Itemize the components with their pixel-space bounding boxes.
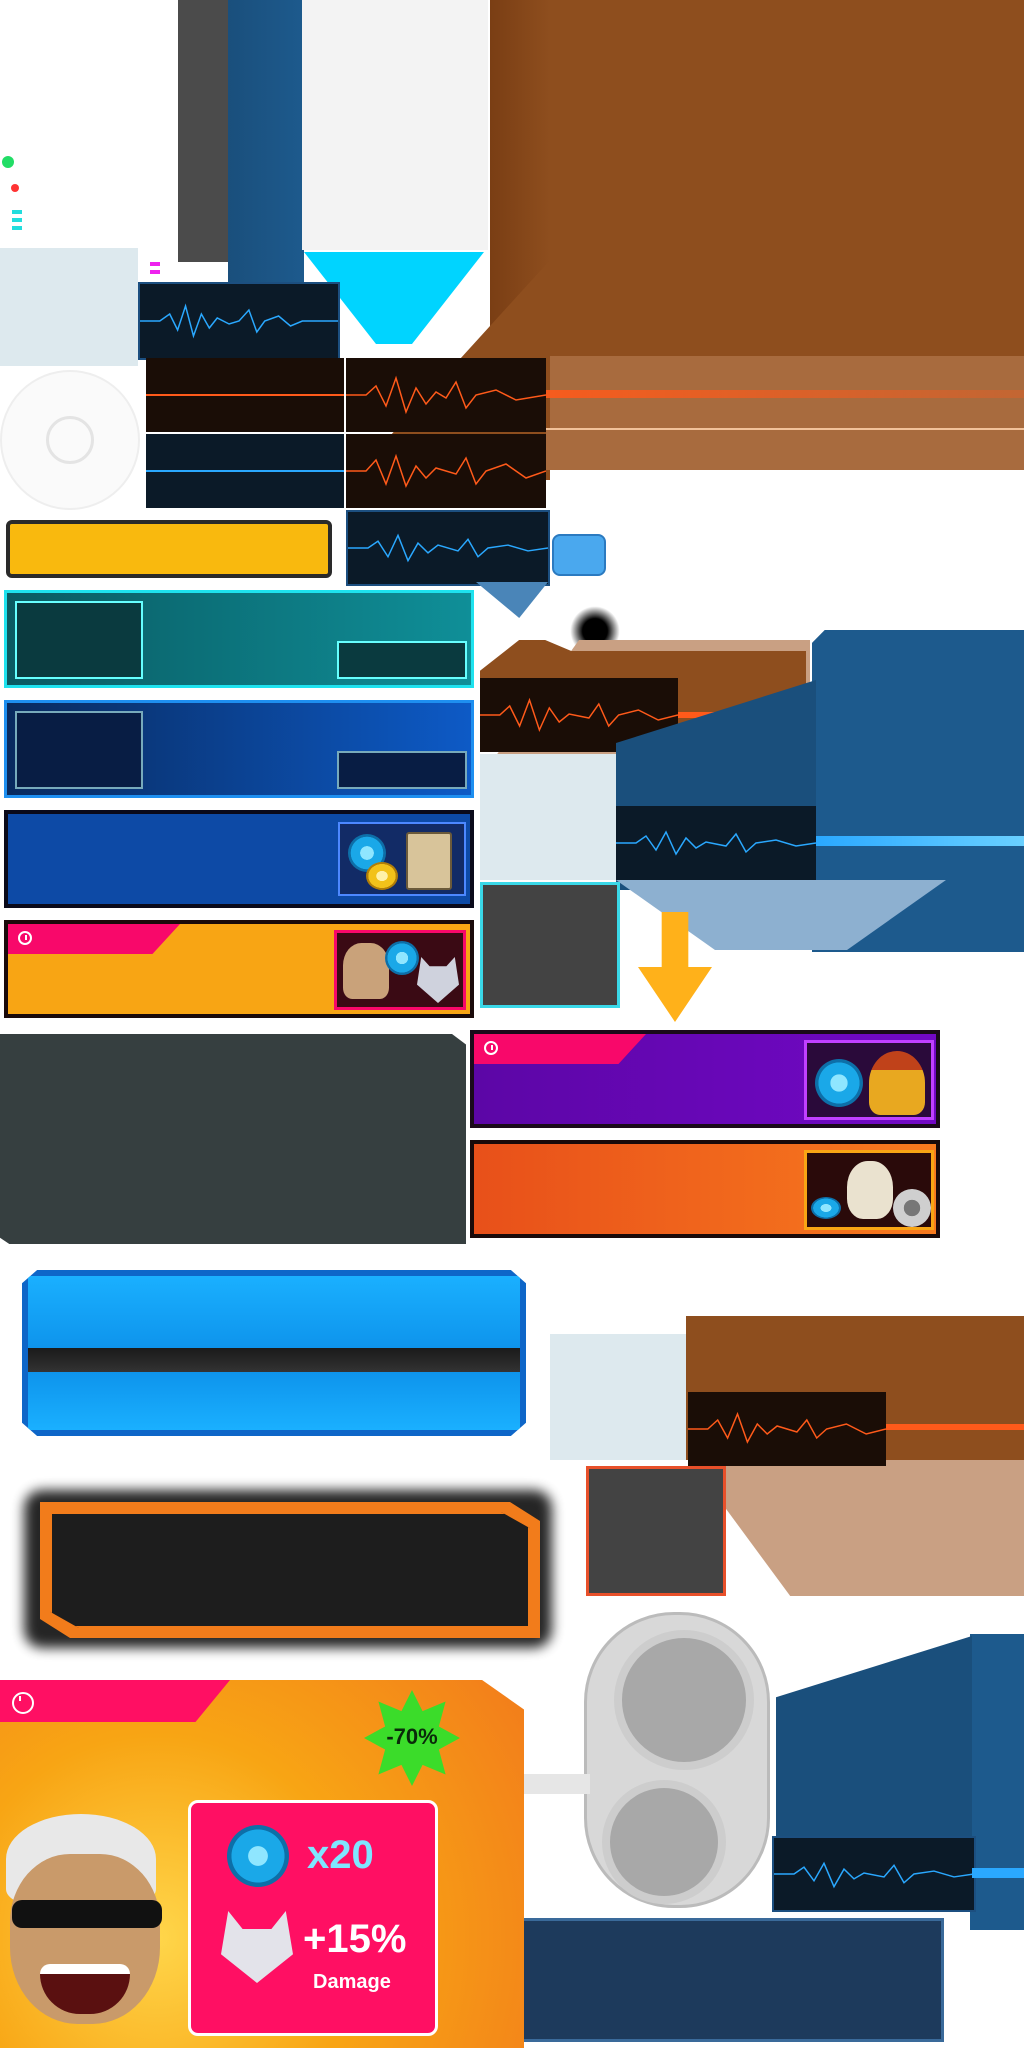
navy-pillar: [228, 0, 304, 282]
gamepad-button-top[interactable]: [614, 1630, 754, 1770]
waveform-blue-5: [772, 1836, 976, 1912]
clock-icon: [12, 1692, 34, 1714]
coin-bundle-thumb: [338, 822, 466, 896]
blue-wedge-small: [476, 582, 548, 618]
blue-laser-1: [816, 836, 1024, 846]
hero-sunglasses: [12, 1900, 162, 1928]
limited-ribbon: [8, 924, 180, 954]
dark-slate-panel: [0, 1034, 466, 1244]
blue-button-frame[interactable]: [22, 1270, 526, 1436]
blue-card-slot-right: [337, 751, 467, 789]
waveform-orange-2: [346, 358, 546, 432]
coin-amount: x20: [307, 1833, 374, 1877]
dark-square-cyan: [480, 882, 620, 1008]
spartan-helmet-icon: [869, 1051, 925, 1115]
teal-card-slot-left: [15, 601, 143, 679]
teal-offer-card[interactable]: [4, 590, 474, 688]
noise-panel-top: [0, 248, 138, 366]
navy-tower-lower: [970, 1634, 1024, 1930]
promo-reward-box: x20 +15% Damage: [188, 1800, 438, 2036]
waveform-blue-1: [138, 282, 340, 360]
waveform-blue-3: [346, 510, 550, 586]
blue-coin-icon: [227, 1825, 289, 1887]
blue-offer-card[interactable]: [4, 700, 474, 798]
blue-coin-icon: [811, 1197, 841, 1219]
waveform-orange-3: [346, 434, 546, 508]
dark-square-red: [586, 1466, 726, 1596]
bonus-value: +15%: [303, 1917, 407, 1961]
masked-character-thumb: [804, 1150, 934, 1230]
gamepad-button-bottom[interactable]: [602, 1780, 726, 1904]
blue-button-bottom: [28, 1372, 520, 1430]
blue-card-slot-left: [15, 711, 143, 789]
waveform-orange-5: [688, 1392, 886, 1466]
coin-bundle-card[interactable]: [4, 810, 474, 908]
blue-rounded-chip: [552, 534, 606, 576]
status-dots-cyan: [12, 210, 22, 232]
blue-coin-icon: [815, 1059, 863, 1107]
promo-card[interactable]: -70% x20 +15% Damage: [0, 1680, 524, 2048]
noise-panel-mid: [480, 754, 622, 880]
blue-button-top: [28, 1276, 520, 1348]
orange-laser-4: [886, 1424, 1024, 1430]
waveform-blue-4: [616, 806, 816, 880]
limited-offer-card-orange[interactable]: [4, 920, 474, 1018]
white-card: [302, 0, 488, 250]
dark-orange-button-fill: [50, 1512, 530, 1628]
clock-icon: [484, 1041, 498, 1055]
gamepad-cable: [520, 1774, 590, 1794]
dark-orange-button[interactable]: [40, 1502, 540, 1638]
sunglasses-character-icon: [343, 943, 389, 999]
waveform-blue-2: [146, 434, 344, 508]
masked-character-card[interactable]: [470, 1140, 940, 1238]
limited-purple-thumb: [804, 1040, 934, 1120]
orange-laser-2: [546, 428, 1024, 470]
radial-disc-inner: [46, 416, 94, 464]
clock-icon: [18, 931, 32, 945]
limited-ribbon: [474, 1034, 646, 1064]
waveform-orange-1: [146, 358, 344, 432]
orange-laser-1: [546, 390, 1024, 398]
limited-offer-card-purple[interactable]: [470, 1030, 940, 1128]
blue-coin-icon: [385, 941, 419, 975]
brown-box-lower-light: [690, 1460, 1024, 1596]
sawblade-icon: [893, 1189, 931, 1227]
limited-orange-thumb: [334, 930, 466, 1010]
noise-panel-low: [550, 1334, 690, 1460]
discount-label: -70%: [386, 1724, 438, 1749]
blue-laser-2: [972, 1868, 1024, 1878]
gray-pillar: [178, 0, 228, 262]
status-dot-green: [2, 156, 14, 168]
navy-wedge-lower: [776, 1636, 972, 1840]
gold-coin-icon: [366, 862, 398, 890]
status-dots-magenta: [150, 262, 160, 276]
status-dot-red: [11, 184, 19, 192]
yellow-progress-bar: [6, 520, 332, 578]
paperbag-character-icon: [406, 832, 452, 890]
sunglasses-hero-portrait: [0, 1814, 180, 2048]
promo-ribbon: [0, 1680, 230, 1722]
bonus-label: Damage: [313, 1971, 391, 1993]
hockey-mask-character-icon: [847, 1161, 893, 1219]
teal-card-slot-right: [337, 641, 467, 679]
blue-button-divider: [28, 1348, 520, 1372]
demon-mask-icon: [221, 1911, 293, 1983]
navy-bottom-panel: [472, 1918, 944, 2042]
demon-mask-icon: [417, 957, 459, 1003]
